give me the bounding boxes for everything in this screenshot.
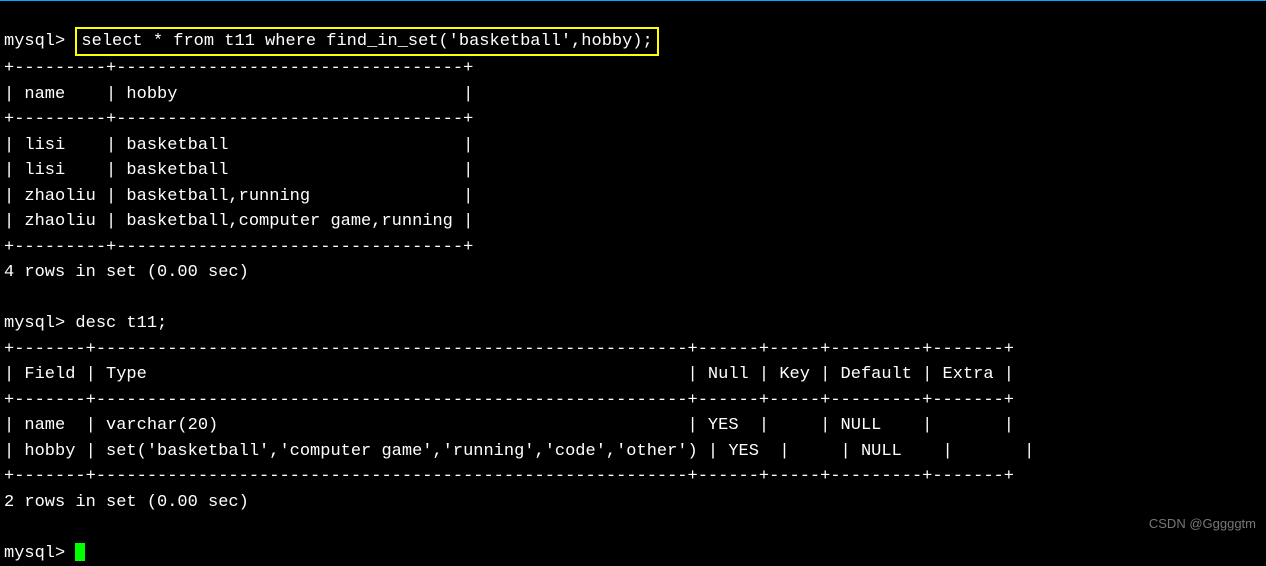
table2-border-top: +-------+-------------------------------…: [4, 340, 1014, 359]
table1-border-bot: +---------+-----------------------------…: [4, 238, 473, 257]
query2-status: 2 rows in set (0.00 sec): [4, 493, 249, 512]
mysql-prompt: mysql>: [4, 314, 65, 333]
highlighted-query: select * from t11 where find_in_set('bas…: [75, 27, 658, 57]
table2-border-bot: +-------+-------------------------------…: [4, 467, 1014, 486]
terminal-output: mysql> select * from t11 where find_in_s…: [0, 1, 1266, 566]
table1-header: | name | hobby |: [4, 85, 473, 104]
watermark: CSDN @Gggggtm: [1149, 514, 1256, 534]
table1-border-top: +---------+-----------------------------…: [4, 59, 473, 78]
table1-row: | lisi | basketball |: [4, 161, 473, 180]
table2-row: | name | varchar(20) | YES | | NULL | |: [4, 416, 1014, 435]
table1-row: | zhaoliu | basketball,computer game,run…: [4, 212, 473, 231]
cursor[interactable]: [75, 543, 85, 561]
mysql-prompt: mysql>: [4, 32, 65, 51]
table1-row: | zhaoliu | basketball,running |: [4, 187, 473, 206]
table2-header: | Field | Type | Null | Key | Default | …: [4, 365, 1014, 384]
table1-row: | lisi | basketball |: [4, 136, 473, 155]
query2-command: desc t11;: [75, 314, 167, 333]
mysql-prompt: mysql>: [4, 544, 65, 563]
query1-status: 4 rows in set (0.00 sec): [4, 263, 249, 282]
table2-row: | hobby | set('basketball','computer gam…: [4, 442, 1034, 461]
table2-border-mid: +-------+-------------------------------…: [4, 391, 1014, 410]
table1-border-mid: +---------+-----------------------------…: [4, 110, 473, 129]
